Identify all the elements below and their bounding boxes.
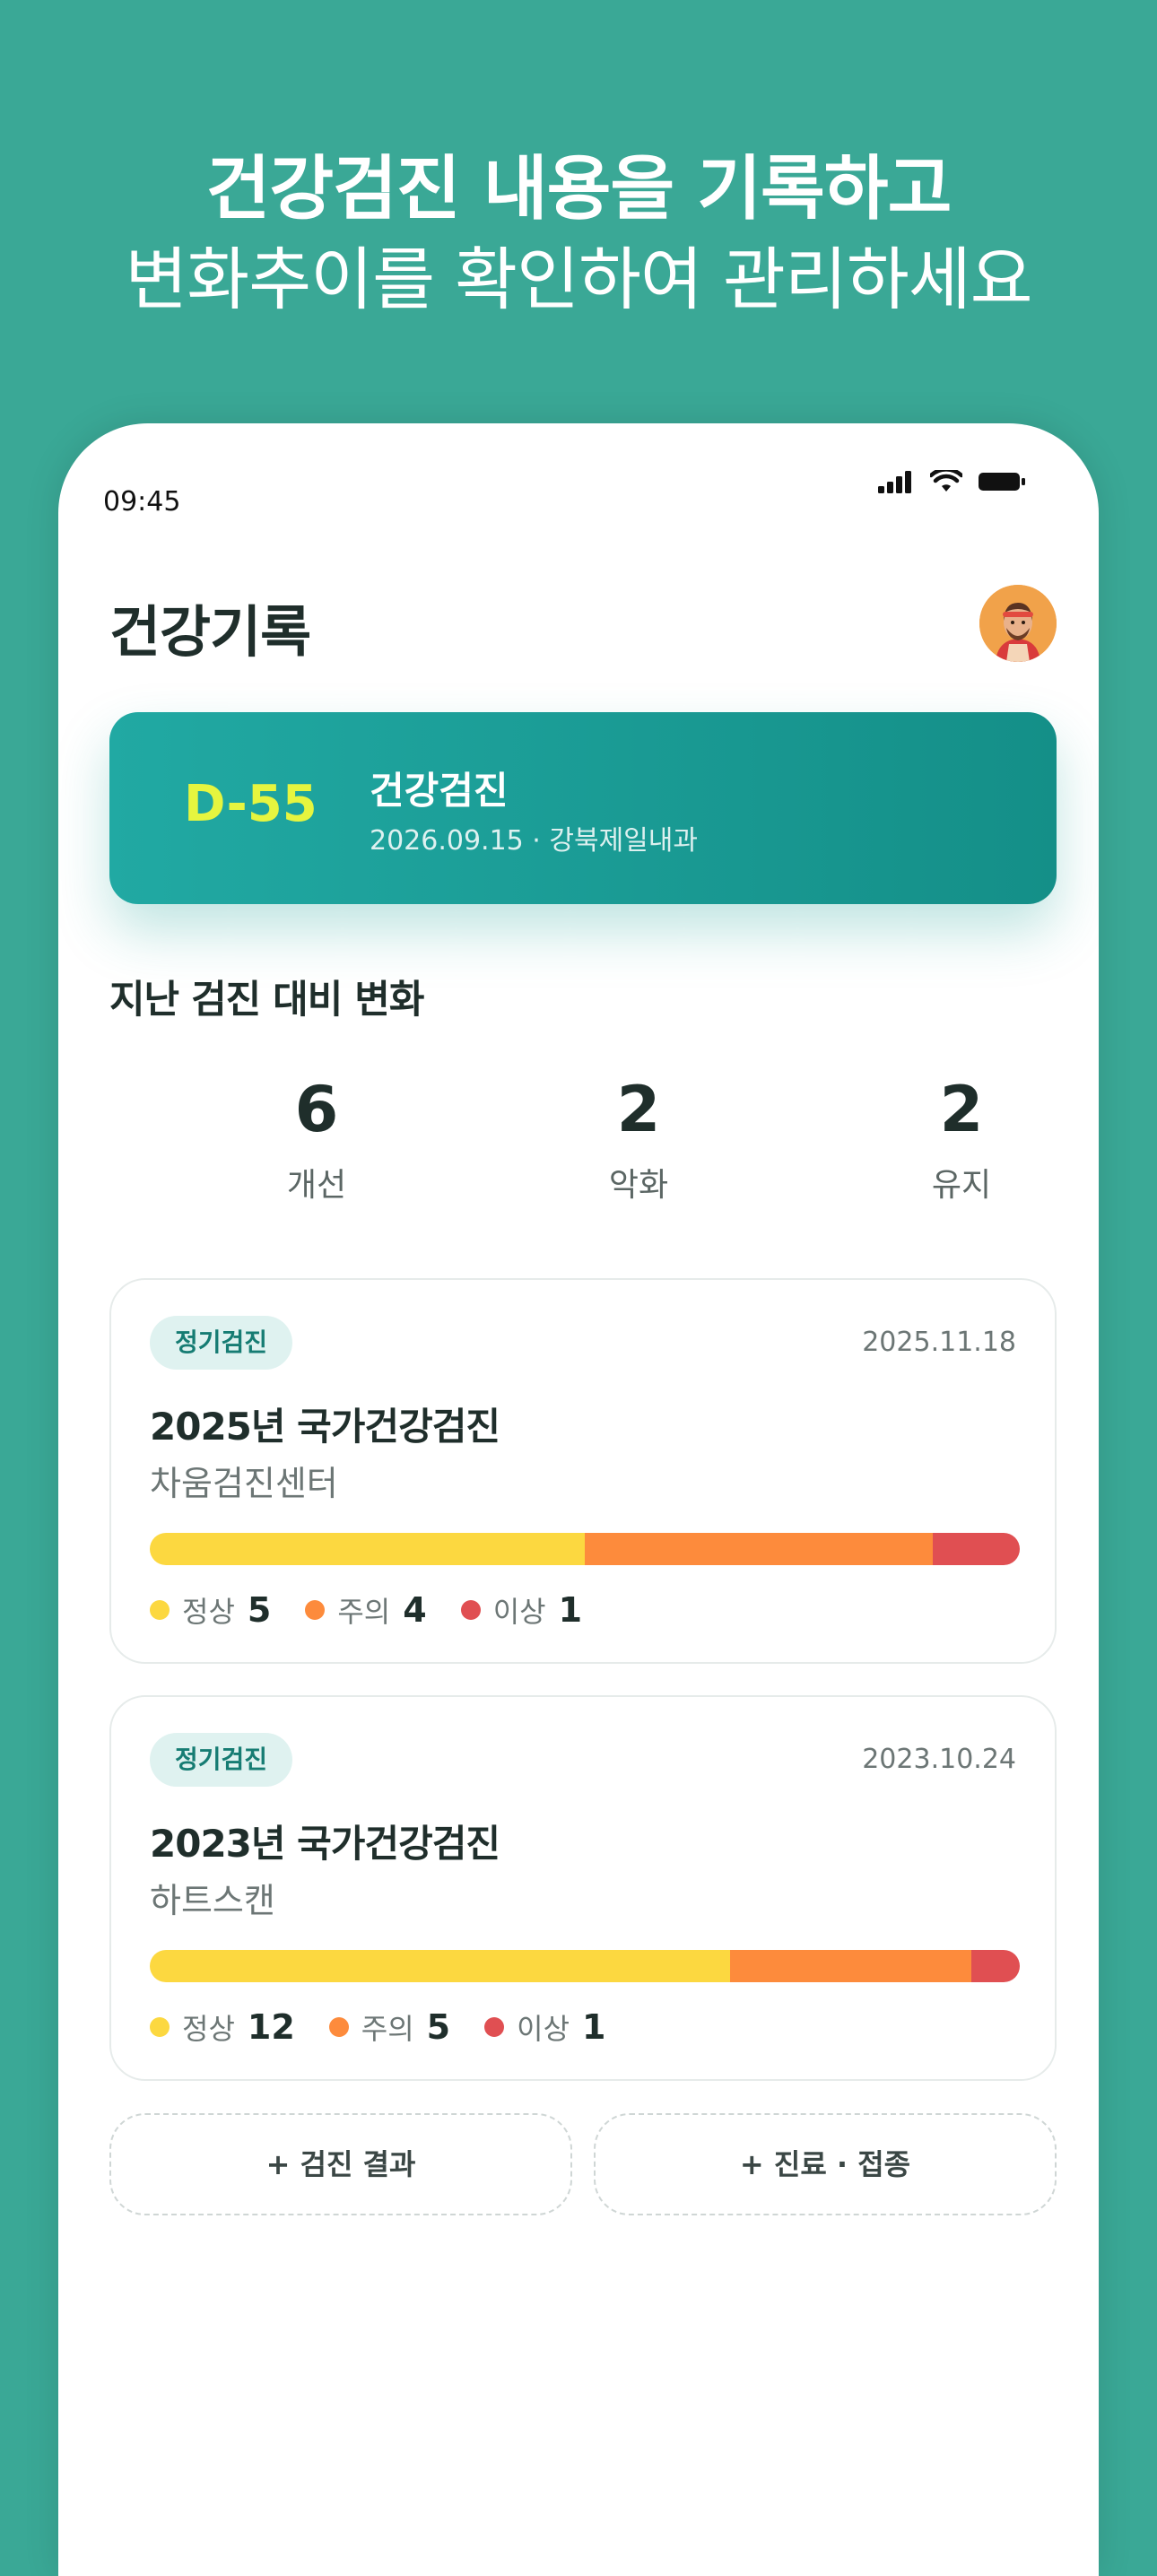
page-title: 건강기록 [109,599,311,665]
legend-abnormal-value: 1 [582,2007,606,2047]
comparison-stats: 6 개선 2 악화 2 유지 [109,1078,1078,1204]
legend-normal-value: 5 [247,1590,272,1630]
bar-segment-caution [585,1533,933,1565]
legend-abnormal: 이상 1 [460,1589,583,1631]
stat-maintained-value: 2 [939,1073,984,1146]
record-card[interactable]: 정기검진 2025.11.18 2025년 국가건강검진 차움검진센터 정상 5… [109,1278,1057,1664]
abnormal-dot-icon [484,2017,505,2037]
status-icons [878,470,1027,493]
record-date: 2023.10.24 [862,1744,1016,1775]
record-place: 차움검진센터 [150,1464,338,1503]
comparison-title: 지난 검진 대비 변화 [109,978,424,1023]
record-badge: 정기검진 [150,1733,293,1787]
bar-segment-abnormal [971,1950,1020,1982]
legend-caution: 주의 5 [328,2006,451,2048]
stat-improved-value: 6 [294,1073,339,1146]
bar-segment-abnormal [933,1533,1020,1565]
normal-dot-icon [150,2017,170,2037]
upcoming-checkup-card[interactable]: D-55 건강검진 2026.09.15 · 강북제일내과 [109,712,1057,904]
legend-abnormal-label: 이상 [492,1595,546,1629]
legend-caution-value: 4 [403,1590,427,1630]
stat-maintained: 2 유지 [863,1078,1060,1205]
wifi-icon [930,470,962,492]
legend-normal: 정상 5 [150,1589,271,1631]
record-card[interactable]: 정기검진 2023.10.24 2023년 국가건강검진 하트스캔 정상 12 … [109,1695,1057,2081]
promo-subtitle: 변화추이를 확인하여 관리하세요 [125,239,1032,319]
legend-normal-label: 정상 [182,1595,235,1629]
caution-dot-icon [305,1600,326,1620]
result-distribution-bar [150,1533,1020,1565]
legend-caution-label: 주의 [337,1595,391,1629]
add-visit-button[interactable]: + 진료 · 접종 [594,2113,1057,2215]
legend-abnormal: 이상 1 [484,2006,605,2048]
status-time: 09:45 [103,486,181,518]
record-date: 2025.11.18 [862,1327,1016,1358]
stat-improved-label: 개선 [286,1167,347,1204]
record-place: 하트스캔 [150,1881,275,1920]
upcoming-detail: 2026.09.15 · 강북제일내과 [370,825,698,857]
stat-maintained-label: 유지 [931,1167,992,1204]
legend-normal-value: 12 [247,2007,295,2047]
legend-normal: 정상 12 [150,2006,295,2048]
caution-dot-icon [328,2017,349,2037]
signal-icon [878,471,911,493]
result-distribution-bar [150,1950,1020,1982]
legend-caution-label: 주의 [361,2012,414,2046]
normal-dot-icon [150,1600,170,1620]
bar-segment-normal [150,1950,730,1982]
avatar-icon[interactable] [979,585,1057,662]
add-result-button[interactable]: + 검진 결과 [109,2113,572,2215]
upcoming-title: 건강검진 [370,769,509,813]
legend-caution: 주의 4 [305,1589,427,1631]
bar-segment-caution [729,1950,972,1982]
battery-icon [979,473,1025,491]
record-title: 2025년 국가건강검진 [150,1405,500,1449]
legend-abnormal-label: 이상 [517,2012,570,2046]
promo-title: 건강검진 내용을 기록하고 [205,149,953,230]
legend-caution-value: 5 [426,2007,451,2047]
result-legend: 정상 12 주의 5 이상 1 [150,2006,639,2048]
stat-worsened-value: 2 [616,1073,661,1146]
dday-count: D-55 [184,775,318,833]
stat-worsened-label: 악화 [608,1167,669,1204]
result-legend: 정상 5 주의 4 이상 1 [150,1589,616,1631]
stat-worsened: 2 악화 [540,1078,737,1205]
phone-frame: 09:45 건강기록 D-55 건강검진 2026.09.15 · 강북제일내과… [58,423,1099,2576]
abnormal-dot-icon [460,1600,481,1620]
legend-abnormal-value: 1 [558,1590,583,1630]
bar-segment-normal [150,1533,585,1565]
stat-improved: 6 개선 [218,1078,415,1205]
record-badge: 정기검진 [150,1316,293,1370]
record-title: 2023년 국가건강검진 [150,1822,500,1866]
legend-normal-label: 정상 [182,2012,235,2046]
